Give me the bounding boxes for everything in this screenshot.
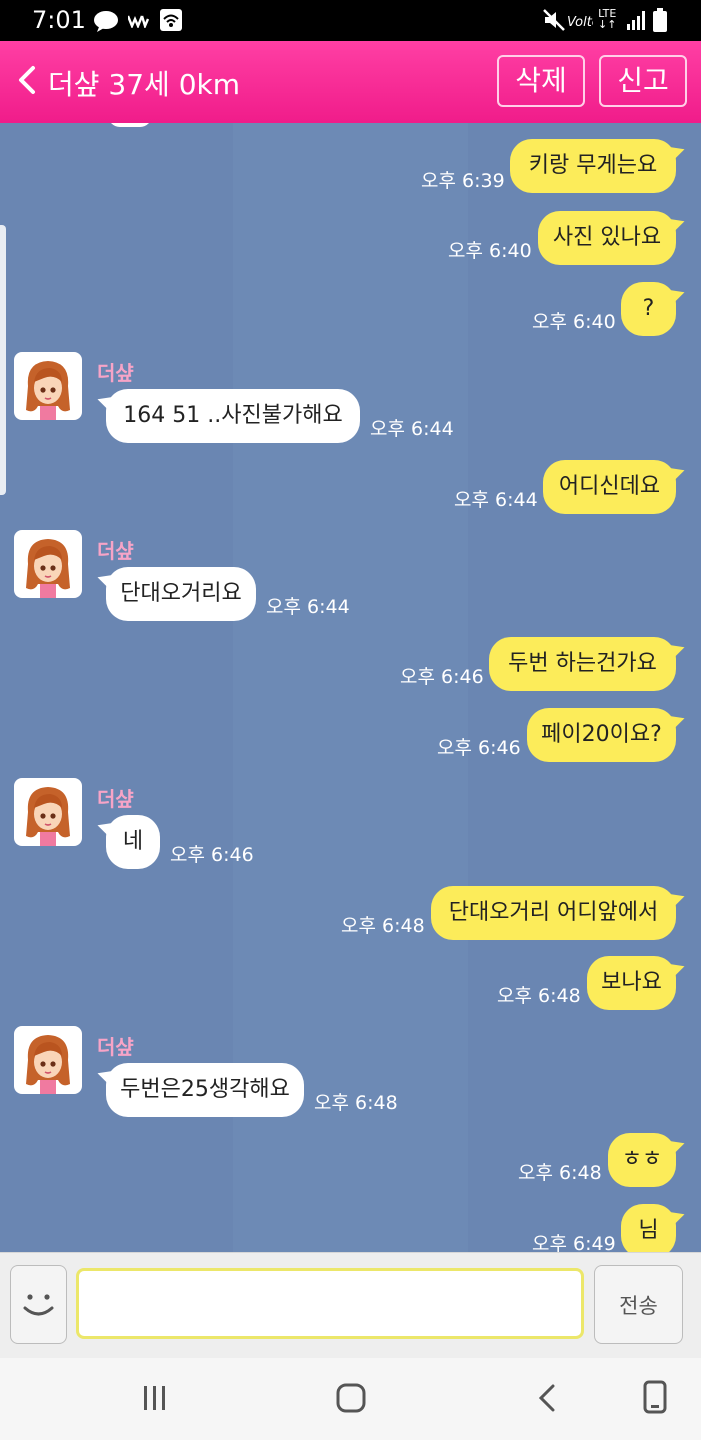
my-message-bubble[interactable]: ㅎㅎ [608,1133,676,1187]
message-composer: 전송 [0,1252,701,1359]
message-time: 오후 6:48 [497,985,581,1007]
message-text: 두번은25생각해요 [120,1077,290,1102]
message-text: 두번 하는건가요 [508,651,657,676]
send-button[interactable]: 전송 [594,1265,683,1344]
back-arrow-icon[interactable] [16,65,38,95]
message-time: 오후 6:48 [341,915,425,937]
message-time: 오후 6:44 [454,489,538,511]
smiley-icon [23,1294,54,1316]
chat-title: 더샾 37세 0km [48,68,241,101]
message-text: 단대오거리요 [120,581,242,606]
my-message-bubble[interactable]: 님 [621,1204,676,1252]
my-message-bubble[interactable]: 단대오거리 어디앞에서 [431,886,676,940]
message-text: ? [642,296,655,321]
message-text: 키랑 무게는요 [528,153,658,178]
message-time: 오후 6:46 [437,737,521,759]
delete-button[interactable]: 삭제 [497,55,585,107]
message-time: 오후 6:40 [448,240,532,262]
their-message-bubble[interactable]: 네 [106,815,160,869]
sender-avatar[interactable] [14,530,82,598]
sender-name: 더샾 [97,539,134,563]
my-message-bubble[interactable]: 어디신데요 [543,460,676,514]
home-icon[interactable] [335,1382,367,1414]
app-notification-icon [128,15,150,28]
girl-avatar-icon [26,361,70,420]
girl-avatar-icon [26,787,70,846]
their-message-bubble[interactable]: 164 51 ..사진불가해요 [106,389,360,443]
message-input[interactable] [76,1268,584,1339]
partial-bubble [108,123,152,127]
sender-name: 더샾 [97,787,134,811]
message-time: 오후 6:39 [421,170,505,192]
chat-header: 더샾 37세 0km 삭제 신고 [0,41,701,123]
my-message-bubble[interactable]: ? [621,282,676,336]
message-time: 오후 6:44 [266,596,350,618]
report-button[interactable]: 신고 [599,55,687,107]
sender-avatar[interactable] [14,1026,82,1094]
message-text: 어디신데요 [558,474,661,499]
message-time: 오후 6:48 [518,1162,602,1184]
message-text: 단대오거리 어디앞에서 [448,900,659,925]
status-time: 7:01 [32,6,86,34]
message-text: 페이20이요? [541,722,662,747]
message-text: ㅎㅎ [621,1147,663,1172]
message-text: 164 51 ..사진불가해요 [123,403,343,428]
their-message-bubble[interactable]: 단대오거리요 [106,567,256,621]
emoji-button[interactable] [10,1265,67,1344]
my-message-bubble[interactable]: 페이20이요? [527,708,676,762]
keyboard-toggle-icon[interactable] [642,1380,668,1414]
svg-text:Volte: Volte [567,15,593,30]
their-message-bubble[interactable]: 두번은25생각해요 [106,1063,304,1117]
lte-indicator: LTE ↓↑ [598,8,616,30]
my-message-bubble[interactable]: 사진 있나요 [538,211,676,265]
my-message-bubble[interactable]: 키랑 무게는요 [510,139,676,193]
recent-apps-icon[interactable] [140,1384,170,1412]
my-message-bubble[interactable]: 두번 하는건가요 [489,637,676,691]
message-time: 오후 6:48 [314,1092,398,1114]
battery-icon [653,8,667,32]
status-bar: 7:01 Volte LTE ↓↑ [0,0,701,41]
volte-icon: Volte [567,15,593,30]
my-message-bubble[interactable]: 보나요 [587,956,676,1010]
message-text: 사진 있나요 [552,225,662,250]
sender-name: 더샾 [97,1035,134,1059]
back-icon[interactable] [536,1384,558,1412]
chat-messages[interactable]: 키랑 무게는요 오후 6:39 사진 있나요 오후 6:40 ? 오후 6:40… [0,123,701,1252]
mute-icon [543,9,565,31]
message-time: 오후 6:49 [532,1233,616,1252]
signal-icon [627,11,645,30]
wifi-calling-icon [160,9,182,31]
message-text: 님 [638,1218,659,1243]
message-time: 오후 6:46 [400,666,484,688]
sender-name: 더샾 [97,361,134,385]
sender-avatar[interactable] [14,352,82,420]
message-time: 오후 6:46 [170,844,254,866]
message-time: 오후 6:40 [532,311,616,333]
data-arrows-icon: ↓↑ [598,18,617,31]
girl-avatar-icon [26,539,70,598]
system-navigation-bar [0,1358,701,1440]
message-text: 보나요 [601,970,662,995]
girl-avatar-icon [26,1035,70,1094]
message-text: 네 [122,829,144,854]
sender-avatar[interactable] [14,778,82,846]
talk-notification-icon [94,11,118,32]
scroll-edge-indicator [0,225,6,495]
message-time: 오후 6:44 [370,418,454,440]
